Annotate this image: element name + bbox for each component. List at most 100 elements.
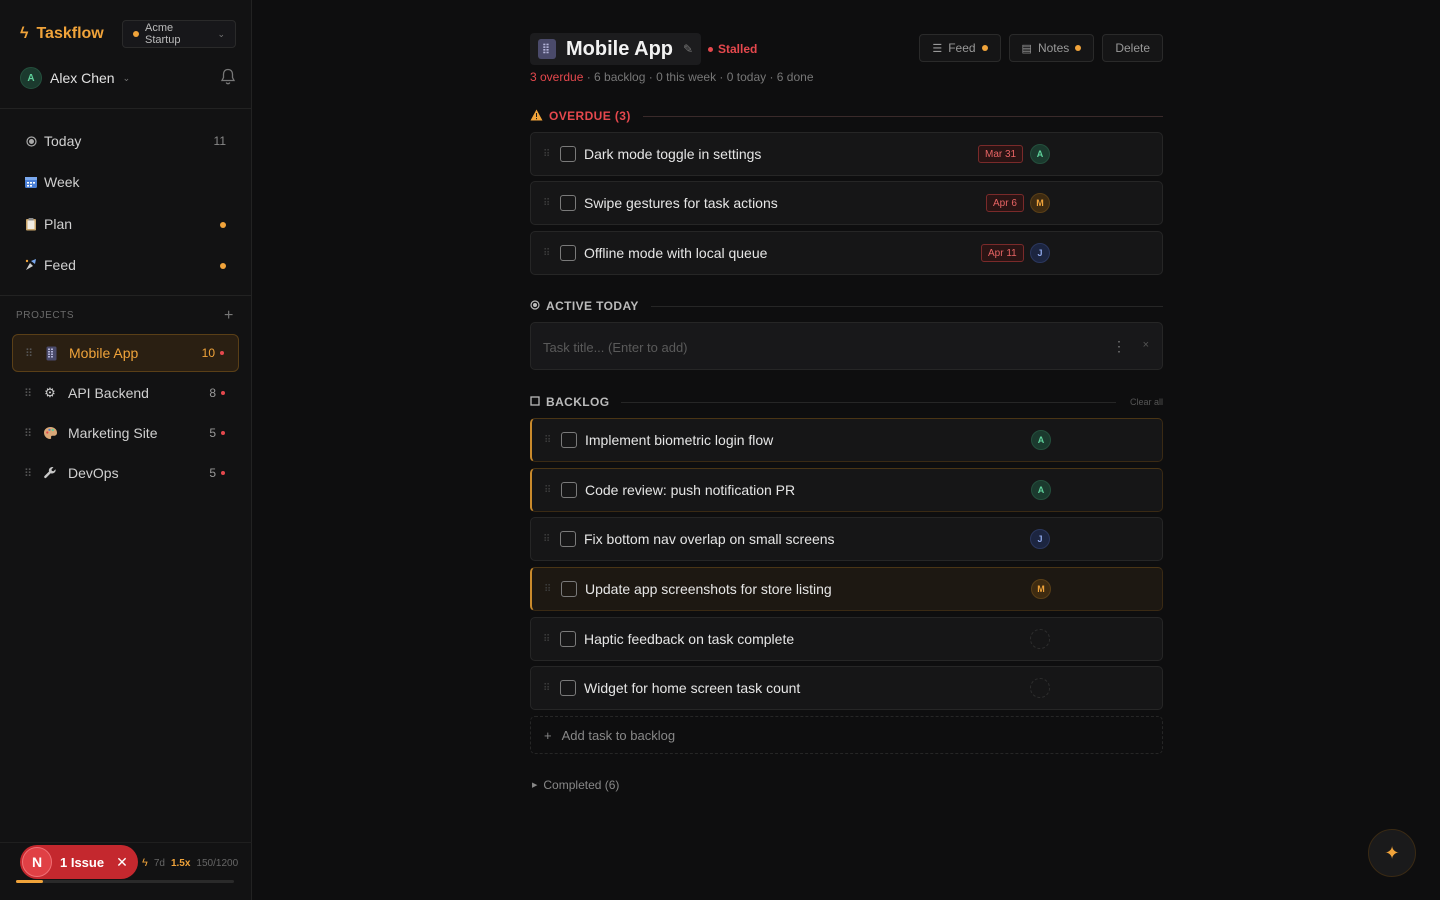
completed-toggle[interactable]: ▶ Completed (6) (532, 778, 619, 792)
app-logo[interactable]: ϟ Taskflow (20, 25, 104, 43)
unassigned-avatar[interactable] (1030, 678, 1050, 698)
task-checkbox[interactable] (561, 482, 577, 498)
drag-handle-icon[interactable]: ⠿ (543, 149, 550, 160)
ai-assistant-button[interactable]: ✦ (1368, 829, 1416, 877)
project-name: API Backend (68, 385, 149, 401)
assignee-avatar[interactable]: J (1030, 243, 1050, 263)
task-row[interactable]: ⠿ Fix bottom nav overlap on small screen… (530, 517, 1163, 561)
task-row[interactable]: ⠿ Swipe gestures for task actions Apr 6 … (530, 181, 1163, 225)
task-checkbox[interactable] (560, 631, 576, 647)
phone-icon (538, 39, 556, 59)
nav-item-today[interactable]: Today 11 (24, 129, 234, 153)
task-row[interactable]: ⠿ Update app screenshots for store listi… (530, 567, 1163, 611)
backlog-section-title: BACKLOG (546, 395, 610, 409)
drag-handle-icon[interactable]: ⠿ (544, 435, 551, 446)
warning-icon (530, 109, 543, 124)
task-checkbox[interactable] (560, 680, 576, 696)
nav-label: Week (44, 174, 80, 190)
due-date-badge[interactable]: Apr 6 (986, 194, 1024, 212)
delete-button-label: Delete (1115, 41, 1150, 55)
due-date-badge[interactable]: Mar 31 (978, 145, 1024, 163)
task-row[interactable]: ⠿ Offline mode with local queue Apr 11 J (530, 231, 1163, 275)
chevron-down-icon: ⌄ (217, 28, 225, 39)
bell-icon[interactable] (220, 68, 236, 86)
overdue-section-title: OVERDUE (3) (549, 109, 631, 123)
assignee-avatar[interactable]: A (1031, 480, 1051, 500)
page-title: Mobile App (566, 37, 674, 60)
divider (0, 108, 252, 109)
drag-handle-icon[interactable]: ⠿ (544, 584, 551, 595)
assignee-avatar[interactable]: J (1030, 529, 1050, 549)
edit-icon[interactable]: ✎ (683, 42, 693, 56)
unassigned-avatar[interactable] (1030, 629, 1050, 649)
project-item-devops[interactable]: ⠿ DevOps 5 (12, 454, 239, 492)
drag-handle-icon[interactable]: ⠿ (544, 485, 551, 496)
task-checkbox[interactable] (560, 531, 576, 547)
drag-handle-icon[interactable]: ⠿ (24, 387, 32, 400)
nav-item-week[interactable]: Week (24, 170, 234, 194)
wrench-icon (42, 465, 58, 481)
task-checkbox[interactable] (560, 146, 576, 162)
task-row[interactable]: ⠿ Haptic feedback on task complete (530, 617, 1163, 661)
close-icon[interactable]: × (1143, 339, 1149, 351)
feed-indicator (220, 258, 226, 272)
delete-button[interactable]: Delete (1102, 34, 1163, 62)
assignee-avatar[interactable]: A (1031, 430, 1051, 450)
task-row[interactable]: ⠿ Dark mode toggle in settings Mar 31 A (530, 132, 1163, 176)
divider (650, 305, 1163, 307)
close-icon[interactable]: ✕ (116, 854, 128, 871)
assignee-avatar[interactable]: M (1031, 579, 1051, 599)
add-backlog-task-button[interactable]: + Add task to backlog (530, 716, 1163, 754)
notes-button[interactable]: ▤ Notes (1008, 34, 1095, 62)
task-title: Widget for home screen task count (584, 680, 801, 696)
drag-handle-icon[interactable]: ⠿ (24, 467, 32, 480)
project-item-api-backend[interactable]: ⠿ ⚙ API Backend 8 (12, 374, 239, 412)
issue-avatar: N (22, 847, 52, 877)
add-backlog-label: Add task to backlog (561, 727, 676, 743)
task-checkbox[interactable] (560, 245, 576, 261)
square-icon (530, 395, 540, 409)
assignee-avatar[interactable]: M (1030, 193, 1050, 213)
drag-handle-icon[interactable]: ⠿ (25, 347, 33, 360)
drag-handle-icon[interactable]: ⠿ (543, 248, 550, 259)
status-dot-icon (708, 46, 713, 52)
project-count: 5 (209, 466, 225, 480)
drag-handle-icon[interactable]: ⠿ (543, 198, 550, 209)
project-item-mobile-app[interactable]: ⠿ Mobile App 10 (12, 334, 239, 372)
due-date-badge[interactable]: Apr 11 (981, 244, 1024, 262)
task-title-input[interactable] (543, 337, 1103, 357)
other-stats: · 6 backlog · 0 this week · 0 today · 6 … (583, 70, 814, 84)
task-checkbox[interactable] (561, 581, 577, 597)
task-row[interactable]: ⠿ Widget for home screen task count (530, 666, 1163, 710)
task-row[interactable]: ⠿ Code review: push notification PR A (530, 468, 1163, 512)
status-badge: Stalled (708, 42, 757, 56)
nav-item-plan[interactable]: Plan (24, 212, 234, 236)
list-icon: ☰ (932, 42, 943, 55)
drag-handle-icon[interactable]: ⠿ (543, 634, 550, 645)
drag-handle-icon[interactable]: ⠿ (543, 534, 550, 545)
task-row[interactable]: ⠿ Implement biometric login flow A (530, 418, 1163, 462)
issues-badge[interactable]: N 1 Issue ✕ (20, 845, 138, 879)
drag-handle-icon[interactable]: ⠿ (543, 683, 550, 694)
task-checkbox[interactable] (561, 432, 577, 448)
project-title-box[interactable]: Mobile App ✎ (530, 33, 702, 65)
project-name: Marketing Site (68, 425, 158, 441)
more-options-icon[interactable]: ⋮ (1112, 338, 1126, 355)
nav-item-feed[interactable]: Feed (24, 253, 234, 277)
sparkle-icon: ✦ (1384, 842, 1400, 863)
add-project-icon[interactable]: + (224, 307, 234, 325)
chevron-right-icon: ▶ (532, 782, 538, 789)
clear-all-button[interactable]: Clear all (1130, 397, 1163, 407)
feed-icon (24, 258, 38, 272)
phone-icon (43, 345, 59, 361)
user-menu[interactable]: A Alex Chen ⌄ (20, 64, 236, 92)
xp-text: 150/1200 (196, 857, 239, 869)
drag-handle-icon[interactable]: ⠿ (24, 427, 32, 440)
sidebar: ϟ Taskflow Acme Startup ⌄ A Alex Chen ⌄ … (0, 0, 252, 900)
assignee-avatar[interactable]: A (1030, 144, 1050, 164)
task-checkbox[interactable] (560, 195, 576, 211)
project-item-marketing-site[interactable]: ⠿ Marketing Site 5 (12, 414, 239, 452)
task-title: Swipe gestures for task actions (584, 195, 778, 211)
workspace-switcher[interactable]: Acme Startup ⌄ (122, 20, 236, 48)
feed-button[interactable]: ☰ Feed (919, 34, 1001, 62)
